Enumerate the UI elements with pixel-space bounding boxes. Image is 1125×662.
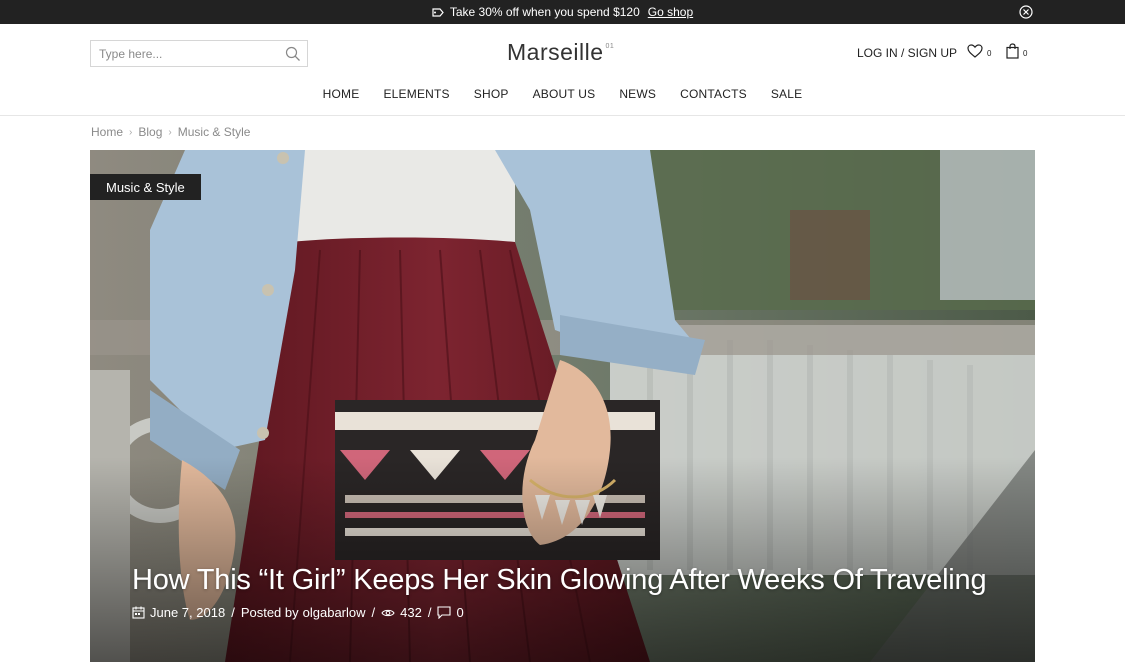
post-date: June 7, 2018 [150,605,226,620]
nav-contacts[interactable]: CONTACTS [680,87,747,101]
wishlist-count: 0 [987,49,992,58]
posted-by-label: Posted by [240,605,299,620]
close-icon[interactable] [1019,5,1033,19]
cart-button[interactable]: 0 [1006,43,1027,64]
chevron-right-icon: › [168,126,172,138]
post-comments[interactable]: 0 [456,605,463,620]
meta-separator: / [231,605,235,620]
cart-count: 0 [1023,49,1028,58]
breadcrumb-blog[interactable]: Blog [138,125,162,139]
search-input[interactable] [91,41,276,66]
eye-icon [381,608,400,618]
tag-icon [432,7,444,17]
search-box [90,40,308,67]
logo-superscript: 01 [605,43,615,50]
post-title[interactable]: How This “It Girl” Keeps Her Skin Glowin… [132,564,987,597]
meta-separator: / [371,605,376,620]
go-shop-link[interactable]: Go shop [648,5,693,19]
meta-separator: / [427,605,432,620]
search-icon[interactable] [285,46,301,62]
logo-text: Marseille [507,39,604,65]
nav-about-us[interactable]: ABOUT US [533,87,596,101]
nav-news[interactable]: NEWS [619,87,656,101]
post-meta: June 7, 2018 / Posted by olgabarlow / 43… [132,605,464,620]
nav-shop[interactable]: SHOP [474,87,509,101]
featured-post-hero[interactable]: Music & Style How This “It Girl” Keeps H… [90,150,1035,662]
heart-icon [967,44,983,63]
shopping-bag-icon [1006,43,1019,64]
promo-text: Take 30% off when you spend $120 [449,5,640,19]
main-nav: HOME ELEMENTS SHOP ABOUT US NEWS CONTACT… [0,87,1125,101]
breadcrumb-home[interactable]: Home [91,125,123,139]
category-badge[interactable]: Music & Style [90,174,201,200]
post-views: 432 [400,605,422,620]
nav-home[interactable]: HOME [323,87,360,101]
wishlist-button[interactable]: 0 [967,44,991,63]
nav-elements[interactable]: ELEMENTS [383,87,449,101]
comment-icon [437,606,456,619]
nav-sale[interactable]: SALE [771,87,803,101]
login-signup-link[interactable]: LOG IN / SIGN UP [857,46,957,60]
calendar-icon [132,606,150,619]
site-logo[interactable]: Marseille 01 [507,39,614,66]
post-author[interactable]: olgabarlow [303,605,366,620]
promo-bar: Take 30% off when you spend $120 Go shop [0,0,1125,24]
breadcrumb: Home › Blog › Music & Style [91,125,250,139]
chevron-right-icon: › [129,126,133,138]
breadcrumb-current: Music & Style [177,125,251,139]
site-header: Marseille01 LOG IN / SIGN UP 0 0 HOME EL… [0,24,1125,116]
